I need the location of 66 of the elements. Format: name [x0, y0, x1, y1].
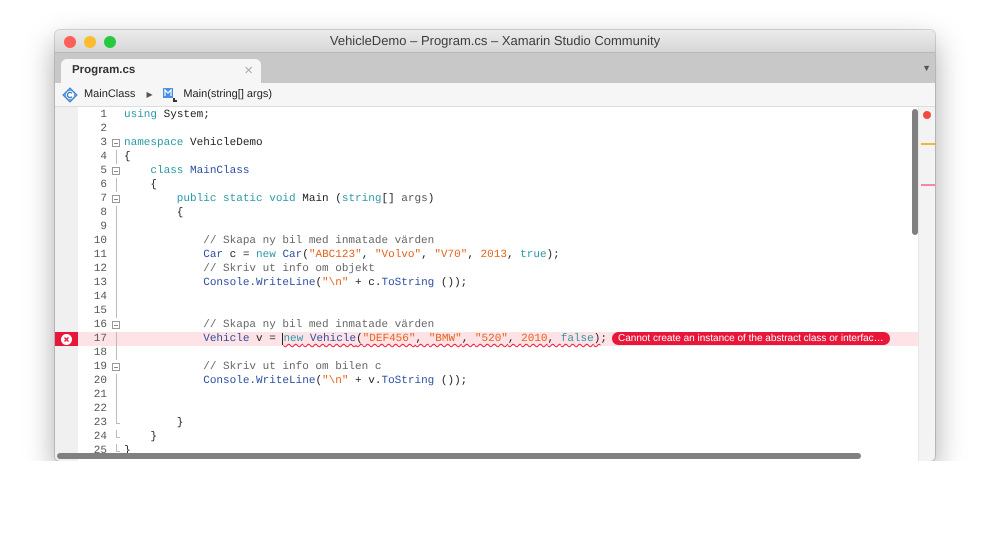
zoom-window-button[interactable]	[104, 36, 116, 48]
line-number: 11	[92, 248, 108, 262]
breadcrumb-item[interactable]: MainClass	[84, 86, 136, 103]
breadcrumb-item[interactable]: Main(string[] args)	[183, 86, 272, 103]
class-icon	[62, 86, 78, 102]
error-indicator-icon	[923, 111, 931, 119]
line-number: 12	[92, 262, 108, 276]
line-number: 13	[92, 276, 108, 290]
code-editor[interactable]	[55, 107, 935, 461]
code-line: {	[124, 150, 131, 164]
fold-toggle-icon[interactable]	[112, 363, 120, 371]
close-window-button[interactable]	[64, 36, 76, 48]
editor-tab[interactable]: Program.cs ×	[61, 59, 261, 83]
fold-toggle-icon[interactable]	[112, 139, 120, 147]
line-number: 14	[92, 290, 108, 304]
breadcrumb-separator: ▶	[146, 88, 152, 100]
line-number: 10	[92, 234, 108, 248]
code-line: // Skriv ut info om bilen c	[202, 360, 382, 374]
line-number: 1	[99, 108, 108, 122]
line-number: 2	[99, 122, 108, 136]
code-line: }	[176, 416, 184, 430]
code-line: using System;	[124, 108, 210, 122]
code-line: // Skriv ut info om objekt	[202, 262, 375, 276]
code-line: {	[149, 178, 158, 192]
line-number: 20	[92, 374, 108, 388]
line-number: 3	[99, 136, 108, 150]
tab-list-dropdown[interactable]: ▼	[922, 62, 931, 76]
line-number: 5	[99, 164, 108, 178]
code-line: {	[176, 206, 184, 220]
line-number: 7	[99, 192, 108, 206]
error-icon[interactable]	[61, 334, 72, 344]
line-number: 8	[99, 206, 108, 220]
line-number: 24	[92, 430, 108, 444]
line-number: 18	[92, 346, 108, 360]
error-marker[interactable]	[921, 184, 935, 186]
code-line: class MainClass	[149, 164, 250, 178]
fold-toggle-icon[interactable]	[112, 167, 120, 175]
line-number: 17	[92, 332, 108, 346]
code-line: public static void Main (string[] args)	[176, 192, 434, 206]
code-line: Car c = new Car("ABC123", "Volvo", "V70", 2013, true);	[202, 248, 560, 262]
code-line: namespace VehicleDemo	[124, 136, 263, 150]
line-number: 19	[92, 360, 108, 374]
line-number: 6	[99, 178, 108, 192]
line-number: 4	[99, 150, 108, 164]
line-number: 16	[92, 318, 108, 332]
error-marker[interactable]	[55, 332, 78, 346]
warning-marker[interactable]	[921, 143, 935, 145]
vertical-scrollbar[interactable]	[912, 109, 918, 235]
code-line: // Skapa ny bil med inmatade värden	[202, 318, 434, 332]
horizontal-scrollbar[interactable]	[57, 453, 861, 459]
code-line: Vehicle v = new Vehicle("DEF456", "BMW", "520", 2010, false);	[202, 332, 607, 346]
method-icon	[163, 88, 178, 102]
line-number: 23	[92, 416, 108, 430]
line-number: 15	[92, 304, 108, 318]
fold-toggle-icon[interactable]	[112, 195, 120, 203]
code-line: Console.WriteLine("\n" + v.ToString ());	[202, 374, 468, 388]
line-number: 9	[99, 220, 108, 234]
line-number: 22	[92, 402, 108, 416]
code-line: }	[149, 430, 158, 444]
fold-toggle-icon[interactable]	[112, 321, 120, 329]
window-title: VehicleDemo – Program.cs – Xamarin Studio Community	[330, 32, 660, 50]
code-line: Console.WriteLine("\n" + c.ToString ());	[202, 276, 468, 290]
line-number: 21	[92, 388, 108, 402]
code-line: // Skapa ny bil med inmatade värden	[202, 234, 434, 248]
line-number: 25	[92, 444, 108, 458]
error-message: Cannot create an instance of the abstract class or interfac…	[612, 332, 890, 345]
